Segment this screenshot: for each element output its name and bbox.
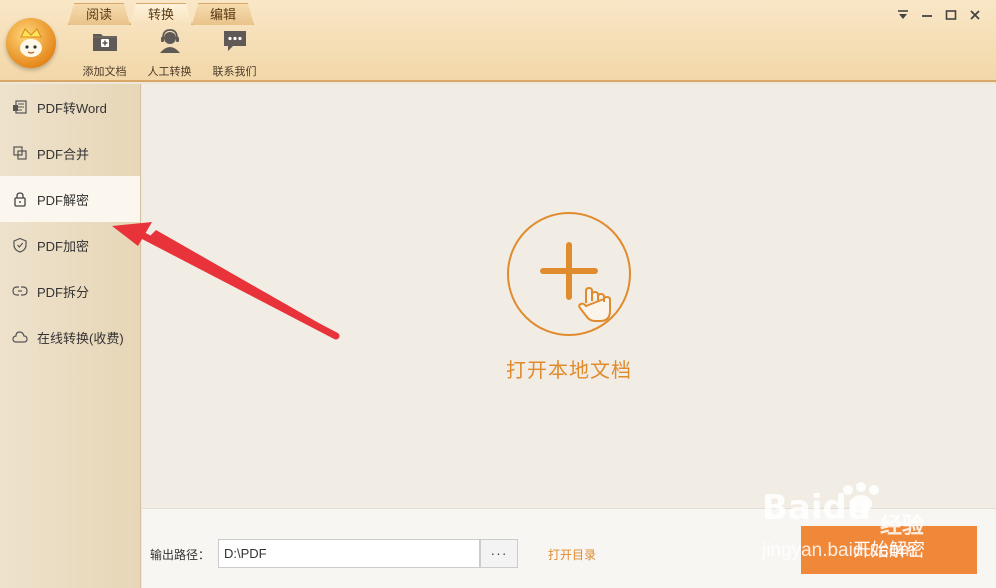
manual-convert-label: 人工转换 — [147, 66, 192, 78]
sidebar-item-label: 在线转换(收费) — [37, 330, 124, 346]
dropdown-icon[interactable] — [896, 8, 910, 22]
support-agent-icon — [159, 29, 180, 53]
sidebar-item-label: PDF拆分 — [37, 284, 90, 300]
top-toolbar: 阅读 转换 编辑 添加文档 人工转换 联系我们 — [0, 0, 996, 82]
sidebar-item-label: PDF解密 — [37, 192, 90, 208]
shield-icon — [13, 237, 27, 253]
start-decrypt-button[interactable]: 开始解密 — [801, 526, 977, 574]
tab-edit[interactable]: 编辑 — [192, 3, 254, 25]
tab-read[interactable]: 阅读 — [68, 3, 130, 25]
output-path-label: 输出路径： — [150, 548, 211, 562]
open-directory-link[interactable]: 打开目录 — [548, 546, 596, 563]
sidebar: PDF转Word PDF合并 PDF解密 PDF加密 PDF拆分 在线转换(收费… — [0, 84, 141, 588]
output-path-input[interactable] — [218, 539, 480, 568]
split-icon — [12, 286, 28, 296]
add-document-button[interactable]: 添加文档 — [72, 28, 137, 79]
add-document-label: 添加文档 — [82, 66, 127, 78]
open-local-document-label: 打开本地文档 — [506, 360, 632, 382]
folder-add-icon — [92, 34, 117, 51]
open-local-document-button[interactable] — [506, 211, 632, 337]
ribbon-tabs: 阅读 转换 编辑 — [68, 3, 254, 27]
unlock-icon — [14, 192, 26, 207]
minimize-icon[interactable] — [920, 8, 934, 22]
window-controls — [896, 8, 982, 22]
sidebar-item-pdf-decrypt[interactable]: PDF解密 — [0, 176, 140, 222]
word-doc-icon — [13, 100, 27, 114]
sidebar-item-label: PDF合并 — [37, 146, 90, 162]
sidebar-item-label: PDF转Word — [37, 100, 107, 116]
cloud-icon — [12, 331, 28, 343]
sidebar-item-pdf-encrypt[interactable]: PDF加密 — [0, 222, 140, 268]
contact-us-button[interactable]: 联系我们 — [202, 28, 267, 79]
merge-icon — [13, 146, 27, 160]
chat-bubble-icon — [223, 31, 246, 51]
sidebar-item-pdf-merge[interactable]: PDF合并 — [0, 130, 140, 176]
manual-convert-button[interactable]: 人工转换 — [137, 28, 202, 79]
bottom-bar: 输出路径： ··· 打开目录 开始解密 — [142, 508, 996, 588]
toolbar-buttons: 添加文档 人工转换 联系我们 — [72, 28, 267, 79]
add-file-hand-icon — [507, 212, 631, 336]
main-drop-area: 打开本地文档 — [142, 84, 996, 508]
sidebar-item-pdf-to-word[interactable]: PDF转Word — [0, 84, 140, 130]
crown-mascot-icon — [20, 28, 42, 57]
close-icon[interactable] — [968, 8, 982, 22]
sidebar-item-online-convert[interactable]: 在线转换(收费) — [0, 314, 140, 360]
contact-us-label: 联系我们 — [212, 66, 257, 78]
tab-convert[interactable]: 转换 — [130, 3, 192, 25]
browse-button[interactable]: ··· — [480, 539, 518, 568]
app-logo[interactable] — [6, 18, 56, 68]
maximize-icon[interactable] — [944, 8, 958, 22]
sidebar-item-pdf-split[interactable]: PDF拆分 — [0, 268, 140, 314]
sidebar-item-label: PDF加密 — [37, 238, 90, 254]
